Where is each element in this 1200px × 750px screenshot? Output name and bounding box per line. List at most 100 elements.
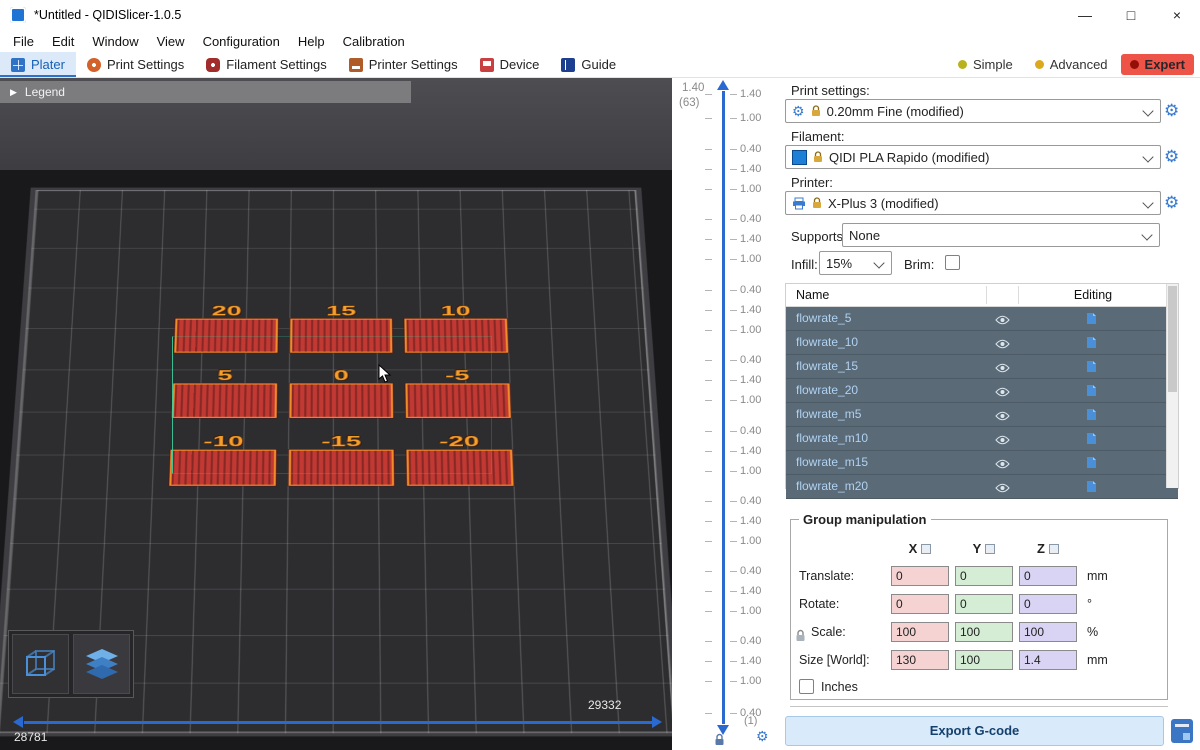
x-value-field[interactable]: 0 (891, 594, 949, 614)
menu-item[interactable]: Help (289, 32, 334, 51)
gcode-range-slider[interactable] (24, 721, 652, 724)
mode-button[interactable]: Expert (1121, 54, 1194, 75)
tick-label: 1.00 (740, 535, 761, 547)
menu-item[interactable]: View (148, 32, 194, 51)
menu-item[interactable]: Window (83, 32, 147, 51)
view-preview-button[interactable] (73, 634, 130, 694)
z-value-field[interactable]: 1.4 (1019, 650, 1077, 670)
visibility-eye-icon[interactable] (995, 481, 1010, 496)
layer-tick: 0.40 (672, 354, 785, 367)
visibility-eye-icon[interactable] (995, 313, 1010, 328)
tick-mark (705, 451, 712, 452)
visibility-eye-icon[interactable] (995, 433, 1010, 448)
visibility-eye-icon[interactable] (995, 385, 1010, 400)
infill-combo[interactable]: 15% (819, 251, 892, 275)
legend-bar[interactable]: ▶ Legend (0, 81, 411, 103)
export-gcode-button[interactable]: Export G-code (785, 716, 1164, 746)
visibility-eye-icon[interactable] (995, 337, 1010, 352)
layer-slider-lock-icon[interactable] (714, 733, 725, 746)
menu-item[interactable]: File (4, 32, 43, 51)
mode-button[interactable]: Simple (949, 54, 1022, 75)
layer-slider-panel: 1.40 (63) 1.40 1.00 (672, 78, 785, 750)
supports-combo[interactable]: None (842, 223, 1160, 247)
z-value-field[interactable]: 100 (1019, 622, 1077, 642)
y-value-field[interactable]: 100 (955, 650, 1013, 670)
object-list-row[interactable]: flowrate_m10 (786, 427, 1178, 451)
object-list-row[interactable]: flowrate_20 (786, 379, 1178, 403)
edit-object-icon[interactable] (1086, 408, 1097, 424)
mode-button[interactable]: Advanced (1026, 54, 1117, 75)
filament-gear-button[interactable]: ⚙ (1164, 148, 1179, 165)
tab[interactable]: Print Settings (76, 52, 195, 77)
menu-item[interactable]: Calibration (334, 32, 414, 51)
x-value-field[interactable]: 0 (891, 566, 949, 586)
object-list-row[interactable]: flowrate_15 (786, 355, 1178, 379)
tick-mark (705, 380, 712, 381)
y-value-field[interactable]: 0 (955, 566, 1013, 586)
edit-object-icon[interactable] (1086, 312, 1097, 328)
layer-tick: 1.00 (672, 324, 785, 337)
edit-object-icon[interactable] (1086, 480, 1097, 496)
printer-gear-button[interactable]: ⚙ (1164, 194, 1179, 211)
uniform-scale-lock-icon[interactable] (795, 629, 806, 642)
tick-mark (730, 471, 737, 472)
view-mode-buttons (8, 630, 134, 698)
scrollbar-thumb[interactable] (1168, 286, 1177, 392)
x-value-field[interactable]: 100 (891, 622, 949, 642)
object-list-row[interactable]: flowrate_m15 (786, 451, 1178, 475)
object-list-row[interactable]: flowrate_m5 (786, 403, 1178, 427)
tick-label: 1.00 (740, 394, 761, 406)
layer-tick: 0.40 (672, 707, 785, 720)
object-list-row[interactable]: flowrate_m20 (786, 475, 1178, 499)
axis-icon[interactable] (1049, 544, 1059, 554)
inches-checkbox[interactable] (799, 679, 814, 694)
z-value-field[interactable]: 0 (1019, 594, 1077, 614)
edit-object-icon[interactable] (1086, 456, 1097, 472)
manipulation-rows: Translate: 0 0 0 mm Rotate: 0 0 0 ° (791, 563, 1167, 675)
view-3d-button[interactable] (12, 634, 69, 694)
minimize-button[interactable]: — (1062, 0, 1108, 30)
y-value-field[interactable]: 0 (955, 594, 1013, 614)
visibility-eye-icon[interactable] (995, 361, 1010, 376)
close-button[interactable]: × (1154, 0, 1200, 30)
tab[interactable]: Plater (0, 52, 76, 77)
menu-item[interactable]: Configuration (194, 32, 289, 51)
export-to-device-icon[interactable] (1170, 717, 1195, 745)
tick-mark (705, 290, 712, 291)
printer-combo[interactable]: X-Plus 3 (modified) (785, 191, 1161, 215)
hslider-left-arrow[interactable] (13, 716, 23, 728)
tab[interactable]: Filament Settings (195, 52, 337, 77)
mode-label: Expert (1145, 57, 1185, 72)
viewport-3d[interactable]: 20 15 10 (0, 78, 672, 750)
filament-combo[interactable]: QIDI PLA Rapido (modified) (785, 145, 1161, 169)
tab[interactable]: Device (469, 52, 551, 77)
y-value-field[interactable]: 100 (955, 622, 1013, 642)
brim-checkbox[interactable] (945, 255, 960, 270)
edit-object-icon[interactable] (1086, 384, 1097, 400)
hslider-max-value: 29332 (588, 698, 621, 712)
tick-mark (730, 169, 737, 170)
maximize-button[interactable]: □ (1108, 0, 1154, 30)
hslider-right-arrow[interactable] (652, 716, 662, 728)
x-value-field[interactable]: 130 (891, 650, 949, 670)
axis-icon[interactable] (985, 544, 995, 554)
object-list-row[interactable]: flowrate_10 (786, 331, 1178, 355)
print-settings-combo[interactable]: ⚙ 0.20mm Fine (modified) (785, 99, 1161, 123)
edit-object-icon[interactable] (1086, 432, 1097, 448)
edit-object-icon[interactable] (1086, 360, 1097, 376)
print-settings-gear-button[interactable]: ⚙ (1164, 102, 1179, 119)
legend-expand-icon[interactable]: ▶ (10, 87, 17, 98)
object-list-row[interactable]: flowrate_5 (786, 307, 1178, 331)
tab[interactable]: Guide (550, 52, 627, 77)
z-value-field[interactable]: 0 (1019, 566, 1077, 586)
layer-tick: 0.40 (672, 213, 785, 226)
tab[interactable]: Printer Settings (338, 52, 469, 77)
edit-object-icon[interactable] (1086, 336, 1097, 352)
object-list-scrollbar[interactable] (1166, 284, 1178, 488)
axis-icon[interactable] (921, 544, 931, 554)
menu-item[interactable]: Edit (43, 32, 83, 51)
layer-slider-gear-icon[interactable]: ⚙ (756, 728, 769, 745)
tick-mark (705, 118, 712, 119)
visibility-eye-icon[interactable] (995, 409, 1010, 424)
visibility-eye-icon[interactable] (995, 457, 1010, 472)
